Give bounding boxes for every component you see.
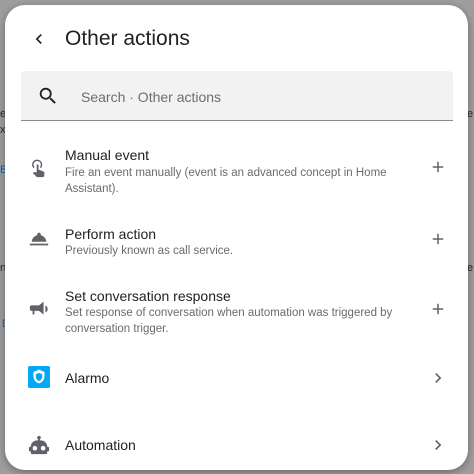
action-item-alarmo[interactable]: Alarmo <box>5 357 468 397</box>
bullhorn-icon <box>27 297 51 321</box>
action-item-label: Manual event <box>65 147 150 163</box>
action-item-label: Set conversation response <box>65 288 231 304</box>
other-actions-dialog: Other actions Manual event Fire an event… <box>5 5 468 470</box>
action-item-set-conversation-response[interactable]: Set conversation response Set response o… <box>5 277 468 341</box>
action-item-automation[interactable]: Automation <box>5 425 468 465</box>
add-button[interactable] <box>428 229 448 249</box>
search-field[interactable] <box>21 71 453 121</box>
action-item-description: Fire an event manually (event is an adva… <box>65 167 387 195</box>
chevron-right-icon <box>435 440 442 450</box>
plus-icon <box>432 161 444 173</box>
action-item-description: Previously known as call service. <box>65 245 234 257</box>
room-service-bell-icon <box>27 227 51 251</box>
search-input[interactable] <box>79 83 443 111</box>
action-item-description: Set response of conversation when automa… <box>65 307 393 335</box>
back-button[interactable] <box>27 27 51 51</box>
chevron-right-icon <box>435 373 442 383</box>
plus-icon <box>432 303 444 315</box>
chevron-button[interactable] <box>428 368 448 388</box>
action-item-label: Alarmo <box>65 370 110 386</box>
search-icon <box>39 87 56 104</box>
chevron-button[interactable] <box>428 435 448 455</box>
gesture-tap-icon <box>27 155 51 179</box>
dialog-header: Other actions <box>5 5 468 69</box>
action-item-perform-action[interactable]: Perform action Previously known as call … <box>5 215 468 261</box>
chevron-left-icon <box>35 34 42 44</box>
add-button[interactable] <box>428 157 448 177</box>
action-item-label: Perform action <box>65 226 157 242</box>
action-item-label: Automation <box>65 437 136 453</box>
alarmo-shield-icon <box>27 365 51 389</box>
robot-icon <box>27 433 51 457</box>
add-button[interactable] <box>428 299 448 319</box>
plus-icon <box>432 233 444 245</box>
action-item-manual-event[interactable]: Manual event Fire an event manually (eve… <box>5 135 468 197</box>
dialog-title: Other actions <box>65 27 190 50</box>
